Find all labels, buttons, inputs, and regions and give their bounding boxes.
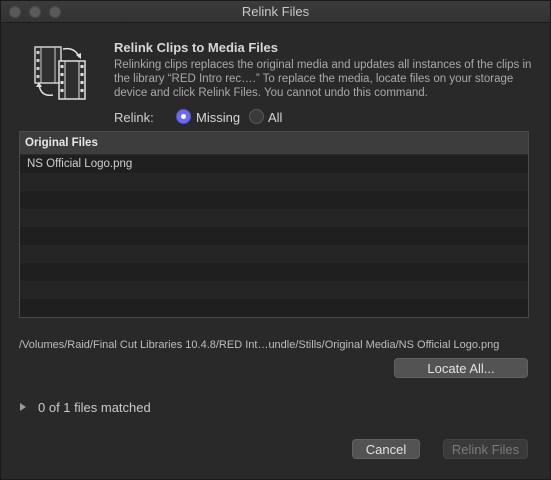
relink-all-label[interactable]: All <box>268 110 282 125</box>
relink-clips-icon <box>33 43 93 103</box>
window-title: Relink Files <box>241 4 310 19</box>
original-files-list[interactable]: Original Files NS Official Logo.png <box>19 131 529 318</box>
list-item <box>20 263 528 281</box>
list-item <box>20 245 528 263</box>
locate-all-button[interactable]: Locate All... <box>394 358 528 378</box>
list-item <box>20 281 528 299</box>
relink-files-dialog: Relink Files Relink Clips to Media Files… <box>0 0 551 480</box>
selected-file-path: /Volumes/Raid/Final Cut Libraries 10.4.8… <box>19 339 500 351</box>
relink-missing-label[interactable]: Missing <box>196 110 240 125</box>
relink-all-radio[interactable] <box>249 109 264 124</box>
list-item <box>20 191 528 209</box>
list-item <box>20 299 528 317</box>
files-matched-status: 0 of 1 files matched <box>38 400 151 415</box>
title-bar: Relink Files <box>1 1 550 23</box>
relink-label: Relink: <box>114 110 154 125</box>
list-item[interactable]: NS Official Logo.png <box>20 155 528 173</box>
original-files-column-header[interactable]: Original Files <box>20 132 528 155</box>
disclosure-triangle-icon[interactable] <box>20 403 26 411</box>
cancel-button[interactable]: Cancel <box>352 439 420 459</box>
dialog-heading: Relink Clips to Media Files <box>114 40 278 55</box>
list-item <box>20 209 528 227</box>
relink-files-button[interactable]: Relink Files <box>443 439 528 459</box>
relink-missing-radio[interactable] <box>176 109 191 124</box>
list-item <box>20 227 528 245</box>
dialog-description: Relinking clips replaces the original me… <box>114 59 532 99</box>
original-files-rows: NS Official Logo.png <box>20 155 528 317</box>
list-item <box>20 173 528 191</box>
